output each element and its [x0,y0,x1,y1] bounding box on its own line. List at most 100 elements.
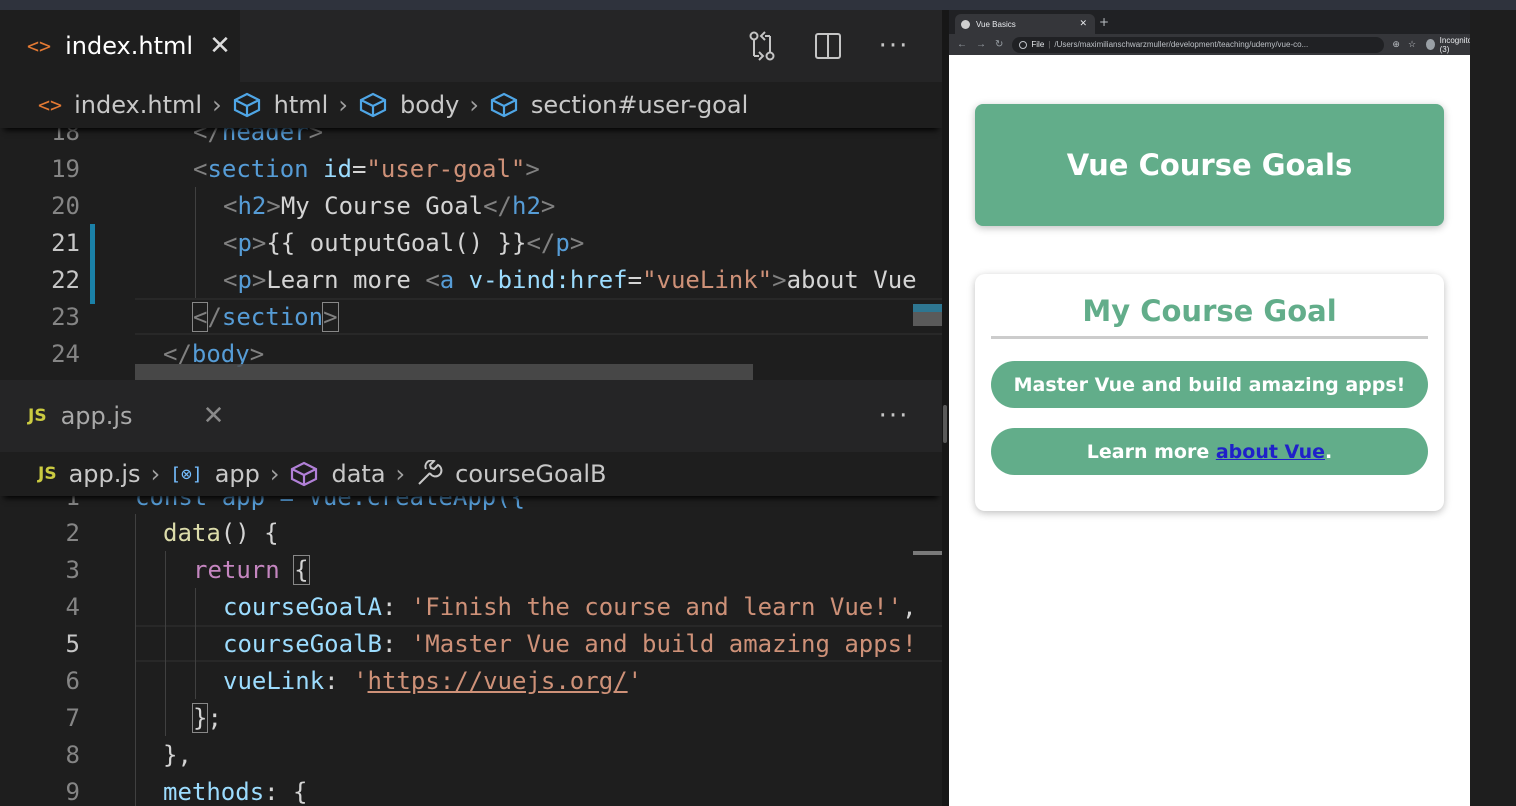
scrollbar-thumb[interactable] [913,304,942,312]
code-line: 19 <section id="user-goal"> [0,150,942,187]
page-title: Vue Course Goals [1066,148,1353,182]
code-text: methods: { [163,777,308,806]
incognito-badge[interactable]: Incognito (3) [1426,36,1470,54]
source-control-compare-icon [749,31,775,61]
indent-guide [135,699,136,736]
goal-heading: My Course Goal [991,294,1428,339]
code-text: <p>{{ outputGoal() }}</p> [223,228,585,257]
breadcrumb-bottom: JS app.js › [⊗] app › data › courseGoalB [0,452,942,496]
editor-tabbar-bottom: JS app.js ✕ ··· [0,380,942,452]
indent-guide [135,514,136,551]
code-text: vueLink: 'https://vuejs.org/' [223,666,643,695]
element-cube-icon [358,92,388,118]
line-number: 6 [65,666,80,695]
breadcrumb-item[interactable]: html [232,91,329,119]
info-icon [1019,40,1028,49]
globe-icon [961,19,970,29]
editor-actions-bottom: ··· [848,380,914,452]
code-text: <section id="user-goal"> [193,154,540,183]
close-icon[interactable]: ✕ [1079,19,1087,29]
code-text: }, [163,740,192,769]
code-line: 6 vueLink: 'https://vuejs.org/' [0,662,942,699]
code-area-index-html[interactable]: 18 </header> 19 <section id="user-goal">… [0,118,942,388]
indent-guide [135,551,136,588]
line-number: 9 [65,777,80,806]
indent-guide [135,625,136,662]
code-text: courseGoalA: 'Finish the course and lear… [223,592,917,621]
chevron-right-icon: › [269,460,280,488]
ellipsis-icon: ··· [878,401,910,431]
line-number: 19 [51,154,80,183]
scrollbar-thumb[interactable] [913,551,942,555]
split-editor-button[interactable] [808,26,848,66]
code-area-app-js[interactable]: 1 const app = Vue.createApp({ 2 data() {… [0,486,942,806]
indent-guide [165,588,166,625]
line-number: 7 [65,703,80,732]
learn-more-text: Learn more about Vue. [991,428,1428,475]
indent-guide [165,551,166,588]
tab-app-js[interactable]: JS app.js ✕ [0,380,240,452]
star-icon[interactable]: ☆ [1408,39,1416,50]
line-number: 5 [65,629,80,658]
back-arrow-icon[interactable]: ← [957,39,967,50]
indent-guide [135,773,136,806]
code-line: 4 courseGoalA: 'Finish the course and le… [0,588,942,625]
tab-label: index.html [65,32,194,60]
indent-guide [135,662,136,699]
breadcrumb-item[interactable]: JS app.js [38,460,141,488]
url-scheme: File [1031,40,1045,49]
line-number: 23 [51,302,80,331]
breadcrumb-item[interactable]: body [358,91,459,119]
code-text: <h2>My Course Goal</h2> [223,191,556,220]
new-tab-icon[interactable]: + [1099,15,1109,29]
reload-icon[interactable]: ↻ [995,39,1003,50]
learn-more-suffix: . [1324,440,1333,463]
breadcrumb-item[interactable]: courseGoalB [415,460,607,488]
line-number: 2 [65,518,80,547]
about-vue-link[interactable]: about Vue [1216,441,1325,463]
browser-tab[interactable]: Vue Basics ✕ [955,14,1095,34]
code-editor: <> index.html ✕ ··· <> index.html › html… [0,10,942,806]
breadcrumb-item[interactable]: <> index.html [38,91,202,119]
line-number: 3 [65,555,80,584]
forward-arrow-icon[interactable]: → [976,39,986,50]
tab-index-html[interactable]: <> index.html ✕ [0,10,240,82]
resize-handle[interactable] [943,405,947,443]
breadcrumb-item[interactable]: section#user-goal [489,91,748,119]
more-actions-button[interactable]: ··· [874,26,914,66]
code-line: 7 }; [0,699,942,736]
chevron-right-icon: › [469,91,479,119]
element-cube-icon [489,92,519,118]
line-number: 24 [51,339,80,368]
breadcrumb-item[interactable]: data [289,460,386,488]
split-editor-icon [815,33,841,59]
indent-guide [165,699,166,736]
breadcrumb-item[interactable]: [⊗] app [170,460,260,488]
code-line: 23 </section> [0,298,942,335]
element-cube-icon [232,92,262,118]
line-number: 8 [65,740,80,769]
breadcrumb-label: app [214,460,260,488]
indent-guide [195,588,196,625]
property-wrench-icon [415,460,443,488]
compare-changes-button[interactable] [742,26,782,66]
breadcrumb-label: html [273,91,329,119]
browser-window: Vue Basics ✕ + ← → ↻ File | /Users/maxim… [949,10,1470,806]
variable-icon: [⊗] [170,463,203,485]
address-bar[interactable]: File | /Users/maximilianschwarzmuller/de… [1012,36,1385,53]
more-actions-button[interactable]: ··· [874,396,914,436]
code-text: data() { [163,518,279,547]
html-code-icon: <> [38,93,63,117]
close-tab-icon[interactable]: ✕ [203,401,225,431]
incognito-icon [1426,39,1435,50]
line-number: 21 [51,228,80,257]
breadcrumb-label: courseGoalB [455,460,607,488]
page-header: Vue Course Goals [975,104,1444,226]
code-line: 2 data() { [0,514,942,551]
method-cube-icon [289,461,319,487]
zoom-icon[interactable]: ⊕ [1392,39,1400,50]
close-tab-icon[interactable]: ✕ [209,31,231,61]
javascript-file-icon: JS [28,406,47,426]
breadcrumb-label: app.js [68,460,141,488]
incognito-label: Incognito (3) [1439,35,1470,54]
